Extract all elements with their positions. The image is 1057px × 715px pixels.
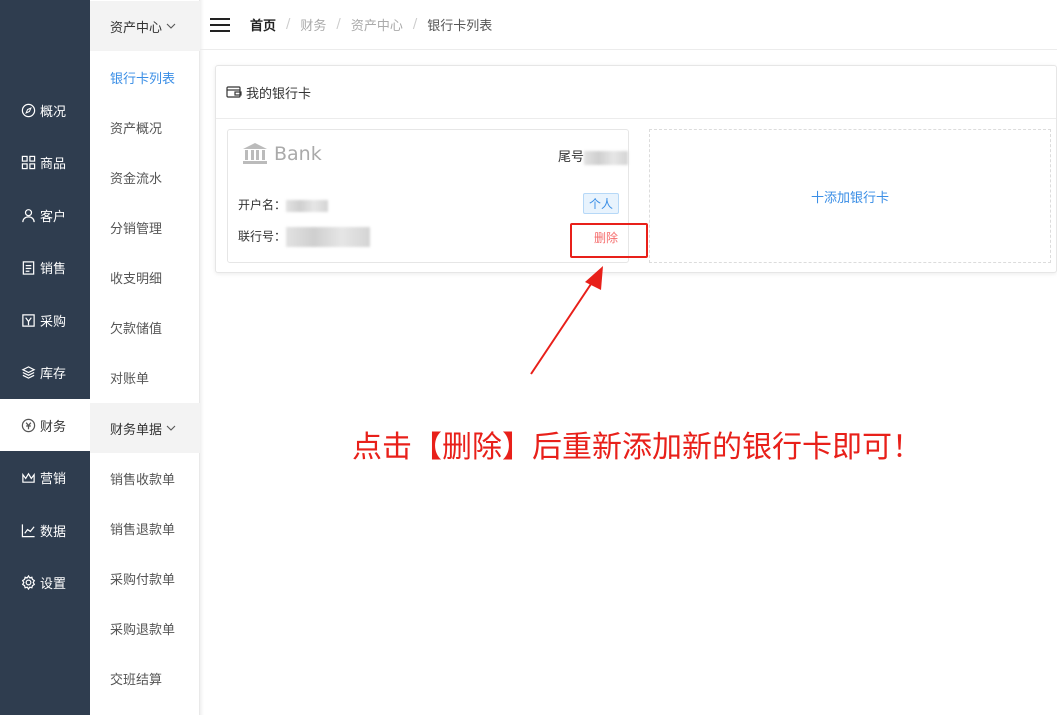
nav-item-purchase[interactable]: 采购: [0, 294, 90, 346]
bank-name-row: Bank: [242, 142, 322, 166]
submenu-item-sales-refund[interactable]: 销售退款单: [90, 503, 200, 553]
holder-label: 开户名：: [238, 198, 287, 212]
nav-item-data[interactable]: 数据: [0, 504, 90, 556]
crown-icon: [21, 470, 36, 485]
submenu-item-bank-card-list[interactable]: 银行卡列表: [90, 52, 200, 102]
nav-item-marketing[interactable]: 营销: [0, 451, 90, 503]
nav-label: 设置: [40, 576, 67, 592]
breadcrumb-home[interactable]: 首页: [250, 15, 276, 34]
chevron-down-icon: [166, 425, 176, 431]
gear-icon: [21, 574, 36, 590]
wallet-card-icon: [226, 86, 242, 98]
nav-item-finance[interactable]: 财务: [0, 399, 90, 451]
nav-label: 销售: [40, 261, 67, 277]
main-nav: 概况 商品 客户 销售 采购 库存 财务 营销 数据 设置: [0, 0, 90, 715]
account-holder-row: 开户名：: [238, 196, 329, 213]
nav-item-stock[interactable]: 库存: [0, 346, 90, 398]
bank-building-icon: [243, 143, 267, 164]
layers-icon: [21, 365, 36, 380]
submenu-item-sales-receipt[interactable]: 销售收款单: [90, 453, 200, 503]
nav-label: 客户: [40, 209, 67, 225]
branch-number-row: 联行号：: [238, 227, 371, 247]
nav-label: 商品: [40, 156, 67, 172]
tail-label: 尾号: [558, 150, 585, 165]
breadcrumb-asset-center[interactable]: 资产中心: [351, 15, 403, 34]
nav-item-overview[interactable]: 概况: [0, 84, 90, 136]
panel-header: 我的银行卡: [216, 66, 1056, 119]
nav-item-sales[interactable]: 销售: [0, 241, 90, 293]
submenu-group-label: 资产中心: [110, 20, 163, 36]
submenu-item-debt-stored[interactable]: 欠款储值: [90, 302, 200, 352]
panel-title: 我的银行卡: [246, 86, 312, 102]
nav-label: 财务: [40, 419, 67, 435]
annotation-arrow: [530, 266, 603, 375]
submenu-item-fund-flow[interactable]: 资金流水: [90, 152, 200, 202]
annotation-text: 点击【删除】后重新添加新的银行卡即可！: [352, 430, 922, 465]
cart-icon: [21, 313, 36, 328]
breadcrumb-separator: /: [286, 17, 291, 32]
submenu-shadow: [200, 0, 204, 715]
nav-item-settings[interactable]: 设置: [0, 556, 90, 608]
submenu-item-purchase-payment[interactable]: 采购付款单: [90, 553, 200, 603]
add-bank-card-button[interactable]: 十添加银行卡: [649, 129, 1051, 263]
personal-tag: 个人: [583, 193, 620, 214]
nav-item-goods[interactable]: 商品: [0, 136, 90, 188]
nav-item-customer[interactable]: 客户: [0, 189, 90, 241]
submenu-group-label: 财务单据: [110, 422, 163, 438]
blurred-holder-name: [286, 199, 329, 212]
breadcrumb-separator: /: [336, 17, 341, 32]
nav-label: 营销: [40, 471, 67, 487]
clipboard-icon: [21, 260, 36, 275]
nav-label: 数据: [40, 524, 67, 540]
nav-label: 库存: [40, 366, 67, 382]
nav-label: 概况: [40, 104, 67, 120]
submenu-group-documents[interactable]: 财务单据: [90, 403, 200, 453]
user-icon: [21, 208, 36, 223]
breadcrumb-separator: /: [412, 17, 418, 32]
bank-card: Bank 尾号 开户名： 联行号： 个人 删除: [227, 129, 629, 263]
submenu-item-shift-settlement[interactable]: 交班结算: [90, 653, 200, 703]
breadcrumb-current: 银行卡列表: [427, 19, 493, 34]
nav-label: 采购: [40, 314, 67, 330]
bank-name: Bank: [274, 143, 322, 165]
submenu-item-distribution[interactable]: 分销管理: [90, 202, 200, 252]
blurred-number: [584, 150, 629, 165]
chevron-down-icon: [166, 23, 176, 29]
chart-line-icon: [21, 523, 36, 538]
sub-menu: 资产中心 银行卡列表 资产概况 资金流水 分销管理 收支明细 欠款储值 对账单 …: [90, 0, 200, 715]
blurred-branch-number: [286, 227, 371, 247]
card-tail-number: 尾号: [558, 146, 629, 165]
submenu-item-purchase-refund[interactable]: 采购退款单: [90, 603, 200, 653]
submenu-item-income-expense[interactable]: 收支明细: [90, 252, 200, 302]
finance-icon: [21, 418, 36, 433]
breadcrumb: 首页 / 财务 / 资产中心 / 银行卡列表: [250, 15, 492, 34]
hamburger-menu-icon[interactable]: [210, 17, 230, 33]
compass-icon: [21, 103, 36, 118]
branch-label: 联行号：: [238, 229, 287, 244]
submenu-item-statement[interactable]: 对账单: [90, 352, 200, 402]
submenu-group-assets[interactable]: 资产中心: [90, 1, 200, 51]
submenu-item-asset-overview[interactable]: 资产概况: [90, 102, 200, 152]
grid-icon: [21, 155, 36, 170]
highlight-box: [570, 223, 648, 258]
breadcrumb-finance[interactable]: 财务: [300, 15, 326, 34]
header: 首页 / 财务 / 资产中心 / 银行卡列表: [200, 0, 1057, 50]
